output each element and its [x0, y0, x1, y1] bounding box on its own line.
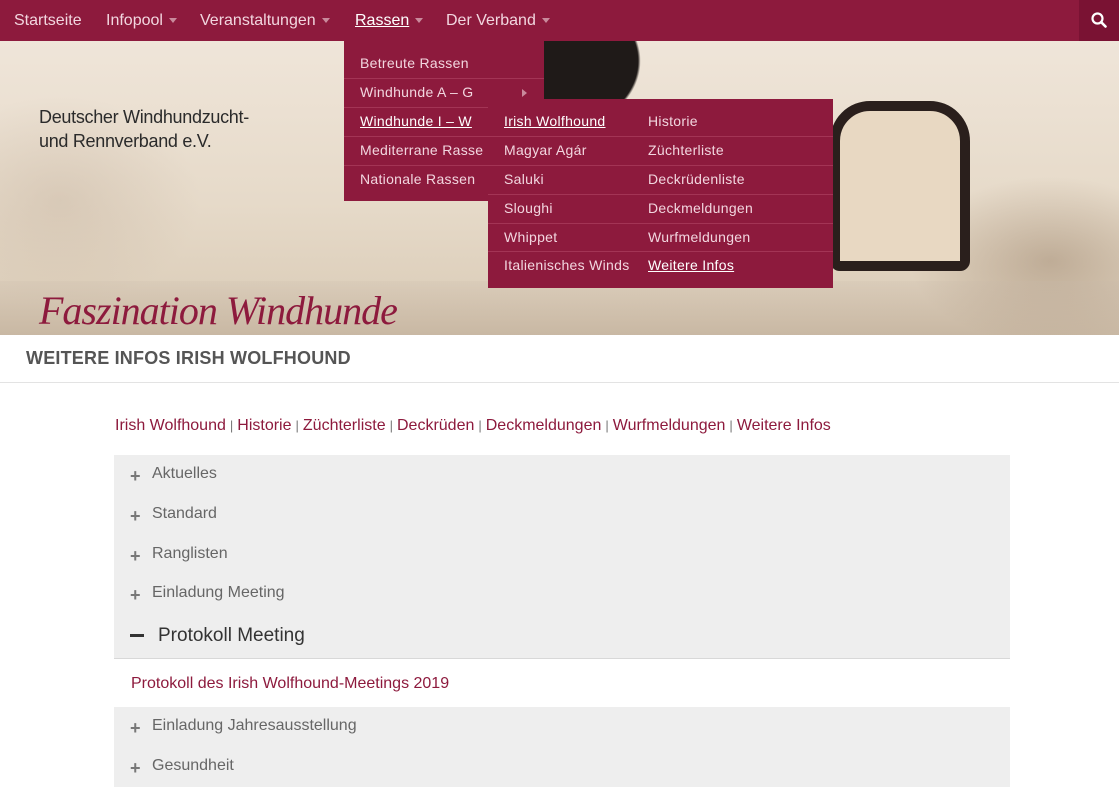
link-separator: |: [389, 418, 393, 433]
link-wurfmeldungen[interactable]: Wurfmeldungen: [613, 417, 726, 434]
plus-icon: +: [130, 585, 141, 605]
chevron-right-icon: [522, 89, 527, 97]
link-separator: |: [295, 418, 299, 433]
menu-item-whippet[interactable]: Whippet: [504, 229, 557, 245]
menu-item-wurfmeldungen[interactable]: Wurfmeldungen: [648, 229, 750, 245]
accordion-label: Standard: [152, 505, 217, 522]
plus-icon: +: [130, 506, 141, 526]
link-separator: |: [478, 418, 482, 433]
search-button[interactable]: [1079, 0, 1119, 41]
accordion-label: Einladung Meeting: [152, 584, 285, 601]
link-irish-wolfhound[interactable]: Irish Wolfhound: [115, 417, 226, 434]
menu-item-weitere-infos[interactable]: Weitere Infos: [648, 257, 734, 273]
link-zuechterliste[interactable]: Züchterliste: [303, 417, 386, 434]
top-navigation: Startseite Infopool Veranstaltungen Rass…: [0, 0, 1119, 41]
accordion-label: Gesundheit: [152, 757, 234, 774]
nav-infopool-label: Infopool: [106, 12, 163, 29]
nav-rassen-label: Rassen: [355, 12, 410, 29]
accordion-bottom: + Einladung Jahresausstellung + Gesundhe…: [114, 707, 1010, 787]
menu-divider: [488, 251, 833, 252]
menu-item-zuechterliste[interactable]: Züchterliste: [648, 142, 724, 158]
menu-item-betreute-rassen[interactable]: Betreute Rassen: [360, 55, 469, 71]
nav-startseite[interactable]: Startseite: [14, 0, 82, 41]
plus-icon: +: [130, 466, 141, 486]
protokoll-link[interactable]: Protokoll des Irish Wolfhound-Meetings 2…: [131, 675, 449, 693]
menu-item-sloughi[interactable]: Sloughi: [504, 200, 553, 216]
menu-item-windhunde-a-g[interactable]: Windhunde A – G: [360, 84, 473, 100]
accordion-top: + Aktuelles + Standard + Ranglisten + Ei…: [114, 455, 1010, 658]
accordion-label: Aktuelles: [152, 465, 217, 482]
breeds-dropdown: Irish Wolfhound Magyar Agár Saluki Sloug…: [488, 99, 833, 288]
menu-item-windhunde-i-w[interactable]: Windhunde I – W: [360, 113, 472, 129]
nav-der-verband-label: Der Verband: [446, 12, 536, 29]
accordion-item-aktuelles[interactable]: + Aktuelles: [114, 455, 1010, 495]
accordion-item-gesundheit[interactable]: + Gesundheit: [114, 747, 1010, 787]
chevron-down-icon: [415, 18, 424, 24]
chevron-down-icon: [321, 18, 330, 24]
nav-der-verband[interactable]: Der Verband: [446, 0, 550, 41]
nav-infopool[interactable]: Infopool: [106, 0, 177, 41]
link-deckmeldungen[interactable]: Deckmeldungen: [486, 417, 602, 434]
hero-tagline: Faszination Windhunde: [39, 288, 398, 333]
page-header: WEITERE INFOS IRISH WOLFHOUND: [0, 335, 1119, 383]
menu-divider: [344, 78, 544, 79]
link-separator: |: [605, 418, 609, 433]
link-historie[interactable]: Historie: [237, 417, 291, 434]
link-weitere-infos[interactable]: Weitere Infos: [737, 417, 831, 434]
menu-item-magyar-agar[interactable]: Magyar Agár: [504, 142, 587, 158]
nav-rassen[interactable]: Rassen: [355, 0, 424, 41]
nav-veranstaltungen-label: Veranstaltungen: [200, 12, 316, 29]
accordion-item-standard[interactable]: + Standard: [114, 495, 1010, 535]
breed-subnav: Irish Wolfhound | Historie | Züchterliste | De…: [115, 417, 831, 435]
link-separator: |: [229, 418, 234, 433]
page-title: WEITERE INFOS IRISH WOLFHOUND: [26, 348, 351, 368]
accordion-item-einladung-jahresausstellung[interactable]: + Einladung Jahresausstellung: [114, 707, 1010, 747]
menu-divider: [488, 194, 833, 195]
organization-name: Deutscher Windhundzucht- und Rennverband…: [39, 105, 249, 153]
menu-item-nationale-rassen[interactable]: Nationale Rassen: [360, 171, 475, 187]
link-separator: |: [729, 418, 733, 433]
accordion-item-ranglisten[interactable]: + Ranglisten: [114, 535, 1010, 575]
menu-divider: [344, 136, 488, 137]
menu-item-saluki[interactable]: Saluki: [504, 171, 544, 187]
menu-item-mediterrane-rasse[interactable]: Mediterrane Rasse: [360, 142, 483, 158]
menu-divider: [488, 165, 833, 166]
menu-divider: [488, 136, 833, 137]
org-line-1: Deutscher Windhundzucht-: [39, 107, 249, 127]
menu-item-deckruedenliste[interactable]: Deckrüdenliste: [648, 171, 745, 187]
chevron-down-icon: [168, 18, 177, 24]
link-deckrueden[interactable]: Deckrüden: [397, 417, 474, 434]
menu-item-irish-wolfhound[interactable]: Irish Wolfhound: [504, 113, 606, 129]
menu-divider: [488, 223, 833, 224]
nav-veranstaltungen[interactable]: Veranstaltungen: [200, 0, 330, 41]
hero-chair-image: [830, 101, 970, 271]
accordion-label: Protokoll Meeting: [158, 625, 305, 646]
plus-icon: +: [130, 758, 141, 778]
menu-item-italienisches-windspiel[interactable]: Italienisches Winds: [504, 257, 632, 273]
accordion-label: Einladung Jahresausstellung: [152, 717, 357, 734]
plus-icon: +: [130, 718, 141, 738]
accordion-panel-protokoll: Protokoll des Irish Wolfhound-Meetings 2…: [114, 658, 1010, 707]
accordion-label: Ranglisten: [152, 545, 228, 562]
plus-icon: +: [130, 546, 141, 566]
accordion-item-einladung-meeting[interactable]: + Einladung Meeting: [114, 574, 1010, 614]
accordion-item-protokoll-meeting[interactable]: Protokoll Meeting: [114, 616, 1010, 656]
menu-item-deckmeldungen[interactable]: Deckmeldungen: [648, 200, 753, 216]
search-icon: [1091, 12, 1107, 28]
menu-divider: [344, 165, 488, 166]
org-line-2: und Rennverband e.V.: [39, 131, 212, 151]
chevron-down-icon: [541, 18, 550, 24]
minus-icon: [130, 634, 144, 637]
menu-item-historie[interactable]: Historie: [648, 113, 698, 129]
